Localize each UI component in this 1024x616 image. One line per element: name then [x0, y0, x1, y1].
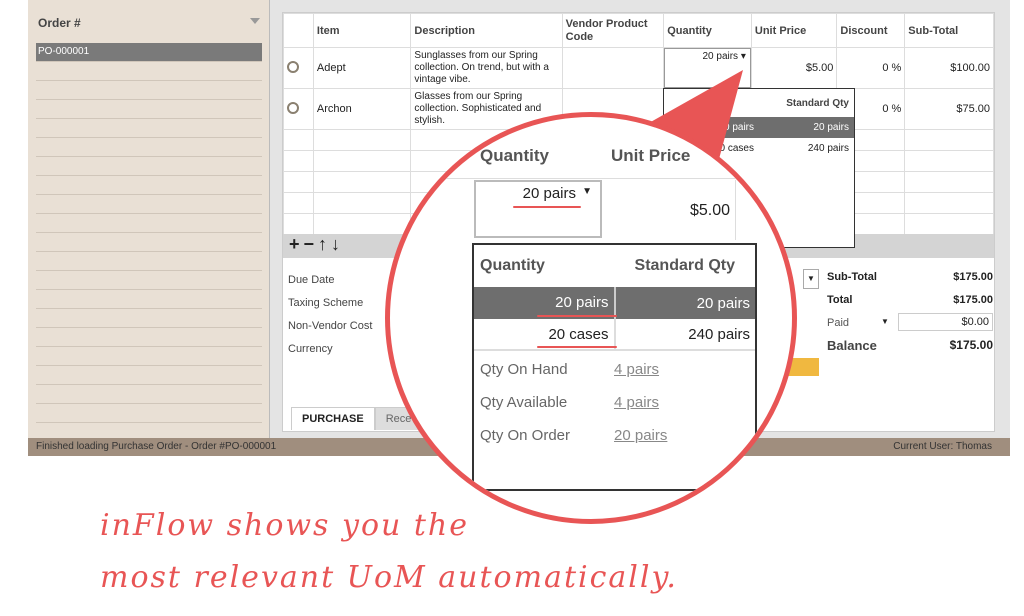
stock-label: Qty On Order [480, 427, 571, 444]
zoom-quantity-header: Quantity [480, 146, 549, 165]
uom-dropdown: Quantity Standard Qty 20 pairs 20 pairs 20… [472, 243, 757, 491]
zoom-unit-price-header: Unit Price [611, 146, 691, 165]
handwritten-caption: inFlow shows you the most relevant UoM a… [100, 500, 678, 604]
stock-row: Qty On Hand 4 pairs [480, 361, 755, 394]
zoom-quantity-select[interactable]: 20 pairs ▼ [474, 180, 602, 238]
caption-line-1: inFlow shows you the [100, 508, 469, 543]
stock-label: Qty Available [480, 394, 568, 411]
stock-label: Qty On Hand [480, 361, 568, 378]
stock-value-link[interactable]: 4 pairs [614, 361, 659, 394]
caption-line-2: most relevant UoM automatically. [100, 560, 678, 595]
stock-row: Qty Available 4 pairs [480, 394, 755, 427]
stock-row: Qty On Order 20 pairs [480, 427, 755, 460]
zoom-unit-price: $5.00 [690, 202, 731, 219]
stock-value-link[interactable]: 20 pairs [614, 427, 667, 460]
magnifier-circle: Quantity Unit Price 20 pairs ▼ $5.00 Quan… [385, 112, 797, 524]
stock-value-link[interactable]: 4 pairs [614, 394, 659, 427]
dropdown-arrow-icon: ▼ [582, 186, 592, 197]
